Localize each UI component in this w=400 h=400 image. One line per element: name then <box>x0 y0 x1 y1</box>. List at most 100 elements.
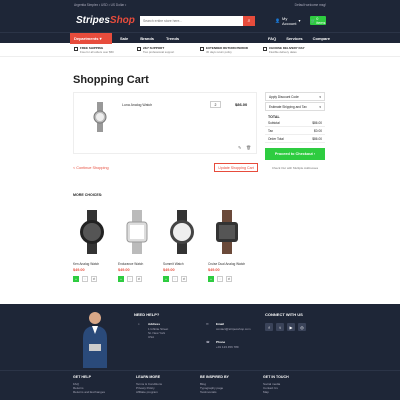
youtube-icon[interactable]: ▶ <box>287 323 295 331</box>
page-title: Shopping Cart <box>73 74 149 86</box>
departments-label: Departments <box>74 35 99 41</box>
chevron-down-icon: ▾ <box>298 18 301 23</box>
product-price: $86.00 <box>235 102 248 107</box>
summary-row: Tax $0.00 <box>265 127 325 135</box>
edit-icon[interactable]: ✎ <box>238 145 241 150</box>
cart-button[interactable]: 🛒 0 items <box>310 16 326 25</box>
summary-row: Order Total $86.00 <box>265 135 325 143</box>
location-icon: ⌖ <box>138 322 140 326</box>
trash-icon[interactable]: 🗑 <box>246 145 251 150</box>
footer-col-title: BE INSPIRED BY <box>200 375 229 379</box>
product-name[interactable]: Summit Watch <box>163 262 201 266</box>
twitter-icon[interactable]: t <box>276 323 284 331</box>
product-card[interactable]: Summit Watch $49.00 + ♡ ⇄ <box>163 210 201 282</box>
logo[interactable]: Stripes Shop <box>72 15 135 26</box>
checkout-label: Proceed to Checkout <box>274 152 313 156</box>
feature-sub: 30 days return policy <box>206 49 232 54</box>
top-bar: Argentia Simplex • USD • US Dollar • Def… <box>0 0 400 9</box>
product-name[interactable]: Cruise Dual Analog Watch <box>208 262 246 266</box>
feature-item: EXTENDED RETURN PERIOD 30 days return pol… <box>200 46 263 54</box>
compare-icon[interactable]: ⇄ <box>136 276 142 282</box>
email-icon: ✉ <box>206 322 209 326</box>
social-links: f t ▶ ◎ <box>265 323 306 331</box>
row-value: $0.00 <box>314 128 322 133</box>
add-to-cart-icon[interactable]: + <box>73 276 79 282</box>
departments-menu[interactable]: Departments ▾ <box>70 32 112 44</box>
compare-icon[interactable]: ⇄ <box>91 276 97 282</box>
footer-col-title: LEARN MORE <box>136 375 161 379</box>
watch-image <box>216 210 238 254</box>
support-icon <box>137 46 141 51</box>
nav-compare[interactable]: Compare <box>313 36 330 41</box>
footer-link[interactable]: Testimonials <box>200 390 223 394</box>
product-image[interactable] <box>91 102 109 132</box>
truck-icon <box>74 46 78 51</box>
nav-services[interactable]: Services <box>286 36 302 41</box>
support-person-image <box>83 312 107 368</box>
logo-subtext: Shop <box>109 15 135 26</box>
return-icon <box>200 46 204 51</box>
footer-link[interactable]: Returns and Exchanges <box>73 390 105 394</box>
add-to-cart-icon[interactable]: + <box>163 276 169 282</box>
checkout-button[interactable]: Proceed to Checkout › <box>265 148 325 160</box>
compare-icon[interactable]: ⇄ <box>226 276 232 282</box>
heart-icon[interactable]: ♡ <box>172 276 178 282</box>
nav-right: FAQ Services Compare <box>258 36 330 41</box>
product-name[interactable]: Endurance Watch <box>118 262 156 266</box>
feature-sub: Two professional support <box>143 49 175 54</box>
footer-link[interactable]: Affiliate program <box>136 390 162 394</box>
account-label: My Account <box>282 15 297 26</box>
nav-trends[interactable]: Trends <box>166 36 179 41</box>
estimate-accordion[interactable]: Estimate Shipping and Tax ▾ <box>265 102 325 111</box>
facebook-icon[interactable]: f <box>265 323 273 331</box>
cart-icon: 🛒 <box>310 19 316 23</box>
watch-image <box>170 210 194 254</box>
footer-col-title: GET HELP <box>73 375 91 379</box>
instagram-icon[interactable]: ◎ <box>298 323 306 331</box>
footer-col-title: GET IN TOUCH <box>263 375 289 379</box>
currency-selector[interactable]: Argentia Simplex • USD • US Dollar • <box>74 3 126 7</box>
nav-sale[interactable]: Sale <box>120 36 128 41</box>
header: StripesShop ⌕ 👤 My Account ▾ 🛒 0 items <box>0 9 400 32</box>
nav-faq[interactable]: FAQ <box>268 36 276 41</box>
discount-accordion[interactable]: Apply Discount Code ▾ <box>265 92 325 101</box>
heart-icon[interactable]: ♡ <box>127 276 133 282</box>
product-card[interactable]: Cruise Dual Analog Watch $49.00 + ♡ ⇄ <box>208 210 246 282</box>
logo-text: Stripes <box>76 15 110 26</box>
cart-summary: Apply Discount Code ▾ Estimate Shipping a… <box>265 92 325 170</box>
product-card[interactable]: Ken Analog Watch $49.00 + ♡ ⇄ <box>73 210 111 282</box>
more-choices-heading: MORE CHOICES: <box>73 193 103 197</box>
feature-item: 24/7 SUPPORT Two professional support <box>137 46 200 54</box>
nav-brands[interactable]: Brands <box>140 36 154 41</box>
feature-item: FREE SHIPPING Free for all orders over $5… <box>74 46 137 54</box>
summary-row: Subtotal $86.00 <box>265 119 325 127</box>
row-value: $86.00 <box>312 136 322 141</box>
email-text[interactable]: contact@stripesshop.com <box>216 327 251 331</box>
feature-item: CHOOSE DELIVERY DAY Flexible delivery dat… <box>263 46 326 54</box>
product-name[interactable]: Ken Analog Watch <box>73 262 111 266</box>
heart-icon[interactable]: ♡ <box>82 276 88 282</box>
search-icon: ⌕ <box>247 17 251 24</box>
multi-address-link[interactable]: Check Out with Multiple Addresses <box>265 166 325 170</box>
product-price: $49.00 <box>118 268 130 272</box>
main-nav: Departments ▾ Sale Brands Trends FAQ Ser… <box>0 32 400 44</box>
phone-icon: ☎ <box>206 340 210 344</box>
heart-icon[interactable]: ♡ <box>217 276 223 282</box>
search-bar: ⌕ <box>140 15 256 26</box>
add-to-cart-icon[interactable]: + <box>118 276 124 282</box>
watch-image <box>126 210 148 254</box>
footer-link[interactable]: Map <box>263 390 280 394</box>
account-link[interactable]: 👤 My Account ▾ <box>275 16 300 26</box>
search-button[interactable]: ⌕ <box>243 15 256 26</box>
user-icon: 👤 <box>275 18 281 23</box>
update-cart-button[interactable]: Update Shopping Cart <box>214 163 258 172</box>
quantity-input[interactable]: 2 <box>210 101 221 108</box>
more-choices-list: Ken Analog Watch $49.00 + ♡ ⇄ Endurance Wa… <box>73 210 246 282</box>
continue-shopping-link[interactable]: < Continue Shopping <box>73 166 109 170</box>
compare-icon[interactable]: ⇄ <box>181 276 187 282</box>
search-input[interactable] <box>140 15 244 26</box>
product-name[interactable]: Luna Analog Watch <box>122 103 152 107</box>
product-card[interactable]: Endurance Watch $49.00 + ♡ ⇄ <box>118 210 156 282</box>
add-to-cart-icon[interactable]: + <box>208 276 214 282</box>
feature-title: CHOOSE DELIVERY DAY <box>269 45 305 50</box>
